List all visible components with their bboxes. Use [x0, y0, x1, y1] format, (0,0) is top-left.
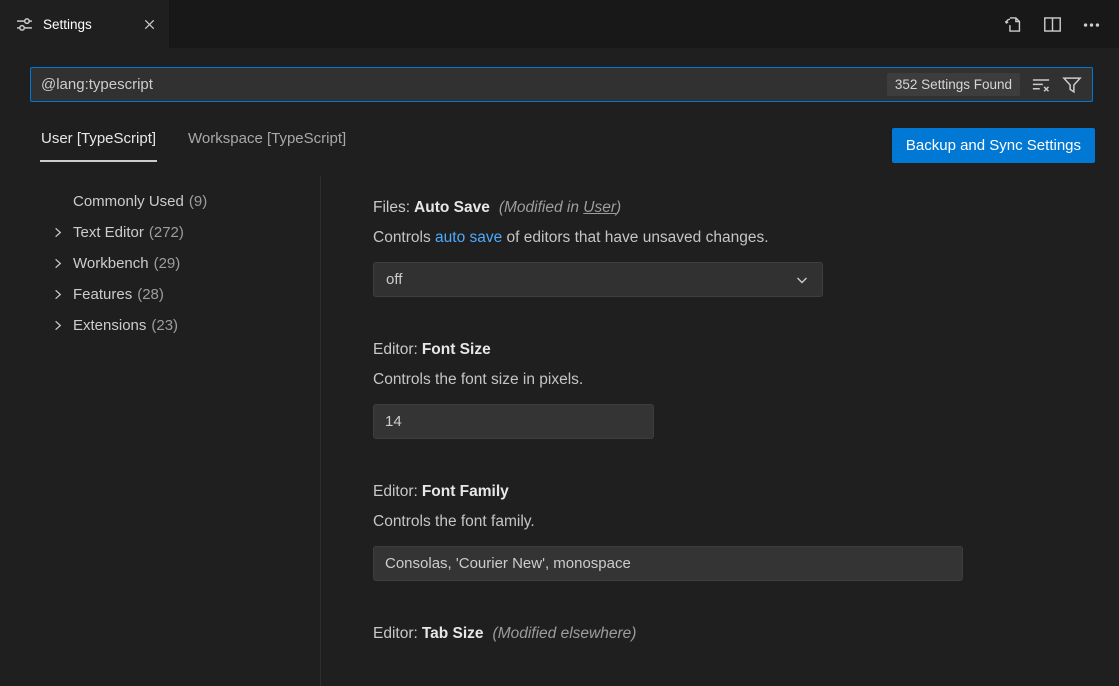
setting-category: Editor: — [373, 483, 418, 500]
setting-category: Editor: — [373, 341, 418, 358]
search-row: 352 Settings Found — [0, 48, 1119, 102]
modified-note: (Modified elsewhere) — [493, 625, 637, 642]
font-size-input[interactable] — [373, 404, 654, 439]
setting-editor-font-family: Editor:Font Family Controls the font fam… — [373, 483, 1093, 581]
close-icon[interactable] — [140, 15, 159, 34]
setting-name: Font Size — [422, 341, 491, 358]
setting-title: Editor:Font Family — [373, 483, 1093, 501]
chevron-right-icon[interactable] — [50, 256, 73, 271]
auto-save-link[interactable]: auto save — [435, 229, 502, 246]
setting-title: Editor:Tab Size (Modified elsewhere) — [373, 625, 1093, 643]
toc-label: Features — [73, 286, 132, 303]
toc-label: Extensions — [73, 317, 146, 334]
auto-save-dropdown[interactable]: off — [373, 262, 823, 297]
settings-search-box: 352 Settings Found — [30, 67, 1093, 102]
toc-count: (272) — [149, 224, 184, 241]
toc-count: (28) — [137, 286, 164, 303]
setting-description: Controls the font family. — [373, 513, 1093, 531]
toc-count: (23) — [151, 317, 178, 334]
desc-text: Controls — [373, 229, 435, 246]
open-settings-json-icon[interactable] — [1002, 13, 1025, 36]
settings-body: Commonly Used (9) Text Editor (272) Work… — [0, 176, 1119, 686]
note-text: ) — [616, 199, 621, 216]
setting-name: Font Family — [422, 483, 509, 500]
settings-list: Files:Auto Save (Modified in User) Contro… — [321, 176, 1119, 686]
chevron-right-icon[interactable] — [50, 287, 73, 302]
tab-title: Settings — [43, 17, 130, 32]
toc-label: Commonly Used — [73, 193, 184, 210]
setting-description: Controls the font size in pixels. — [373, 371, 1093, 389]
settings-search-input[interactable] — [41, 76, 887, 93]
scope-row: User [TypeScript] Workspace [TypeScript]… — [0, 115, 1119, 176]
more-actions-icon[interactable] — [1080, 13, 1103, 36]
settings-toc: Commonly Used (9) Text Editor (272) Work… — [0, 176, 321, 686]
tab-workspace-typescript[interactable]: Workspace [TypeScript] — [187, 124, 347, 162]
split-editor-icon[interactable] — [1041, 13, 1064, 36]
tab-user-typescript[interactable]: User [TypeScript] — [40, 124, 157, 162]
font-family-input[interactable] — [373, 546, 963, 581]
dropdown-value: off — [386, 271, 402, 288]
chevron-right-icon[interactable] — [50, 318, 73, 333]
clear-filters-icon[interactable] — [1029, 73, 1053, 97]
setting-title: Files:Auto Save (Modified in User) — [373, 199, 1093, 217]
desc-text: Controls the font size in pixels. — [373, 371, 583, 388]
filter-icon[interactable] — [1060, 73, 1084, 97]
toc-item-commonly-used[interactable]: Commonly Used (9) — [0, 186, 320, 217]
setting-description: Controls auto save of editors that have … — [373, 229, 1093, 247]
toc-label: Text Editor — [73, 224, 144, 241]
modified-note: (Modified in User) — [499, 199, 621, 216]
toc-label: Workbench — [73, 255, 149, 272]
note-text: (Modified in — [499, 199, 583, 216]
setting-editor-tab-size: Editor:Tab Size (Modified elsewhere) — [373, 625, 1093, 643]
settings-sliders-icon — [16, 16, 33, 33]
setting-category: Files: — [373, 199, 410, 216]
setting-name: Tab Size — [422, 625, 484, 642]
toc-item-features[interactable]: Features (28) — [0, 279, 320, 310]
setting-editor-font-size: Editor:Font Size Controls the font size … — [373, 341, 1093, 439]
settings-count-badge: 352 Settings Found — [887, 73, 1020, 96]
backup-and-sync-settings-button[interactable]: Backup and Sync Settings — [892, 128, 1095, 163]
scope-tabs: User [TypeScript] Workspace [TypeScript] — [40, 115, 347, 162]
chevron-right-icon[interactable] — [50, 225, 73, 240]
toc-count: (29) — [154, 255, 181, 272]
chevron-down-icon — [794, 272, 810, 288]
setting-title: Editor:Font Size — [373, 341, 1093, 359]
editor-actions — [1002, 0, 1119, 48]
desc-text: Controls the font family. — [373, 513, 535, 530]
settings-tab[interactable]: Settings — [0, 0, 170, 48]
setting-files-auto-save: Files:Auto Save (Modified in User) Contro… — [373, 199, 1093, 297]
toc-item-extensions[interactable]: Extensions (23) — [0, 310, 320, 341]
toc-item-workbench[interactable]: Workbench (29) — [0, 248, 320, 279]
desc-text: of editors that have unsaved changes. — [502, 229, 768, 246]
setting-category: Editor: — [373, 625, 418, 642]
editor-tab-bar: Settings — [0, 0, 1119, 48]
modified-in-user-link[interactable]: User — [583, 199, 616, 216]
toc-item-text-editor[interactable]: Text Editor (272) — [0, 217, 320, 248]
setting-name: Auto Save — [414, 199, 490, 216]
toc-count: (9) — [189, 193, 207, 210]
